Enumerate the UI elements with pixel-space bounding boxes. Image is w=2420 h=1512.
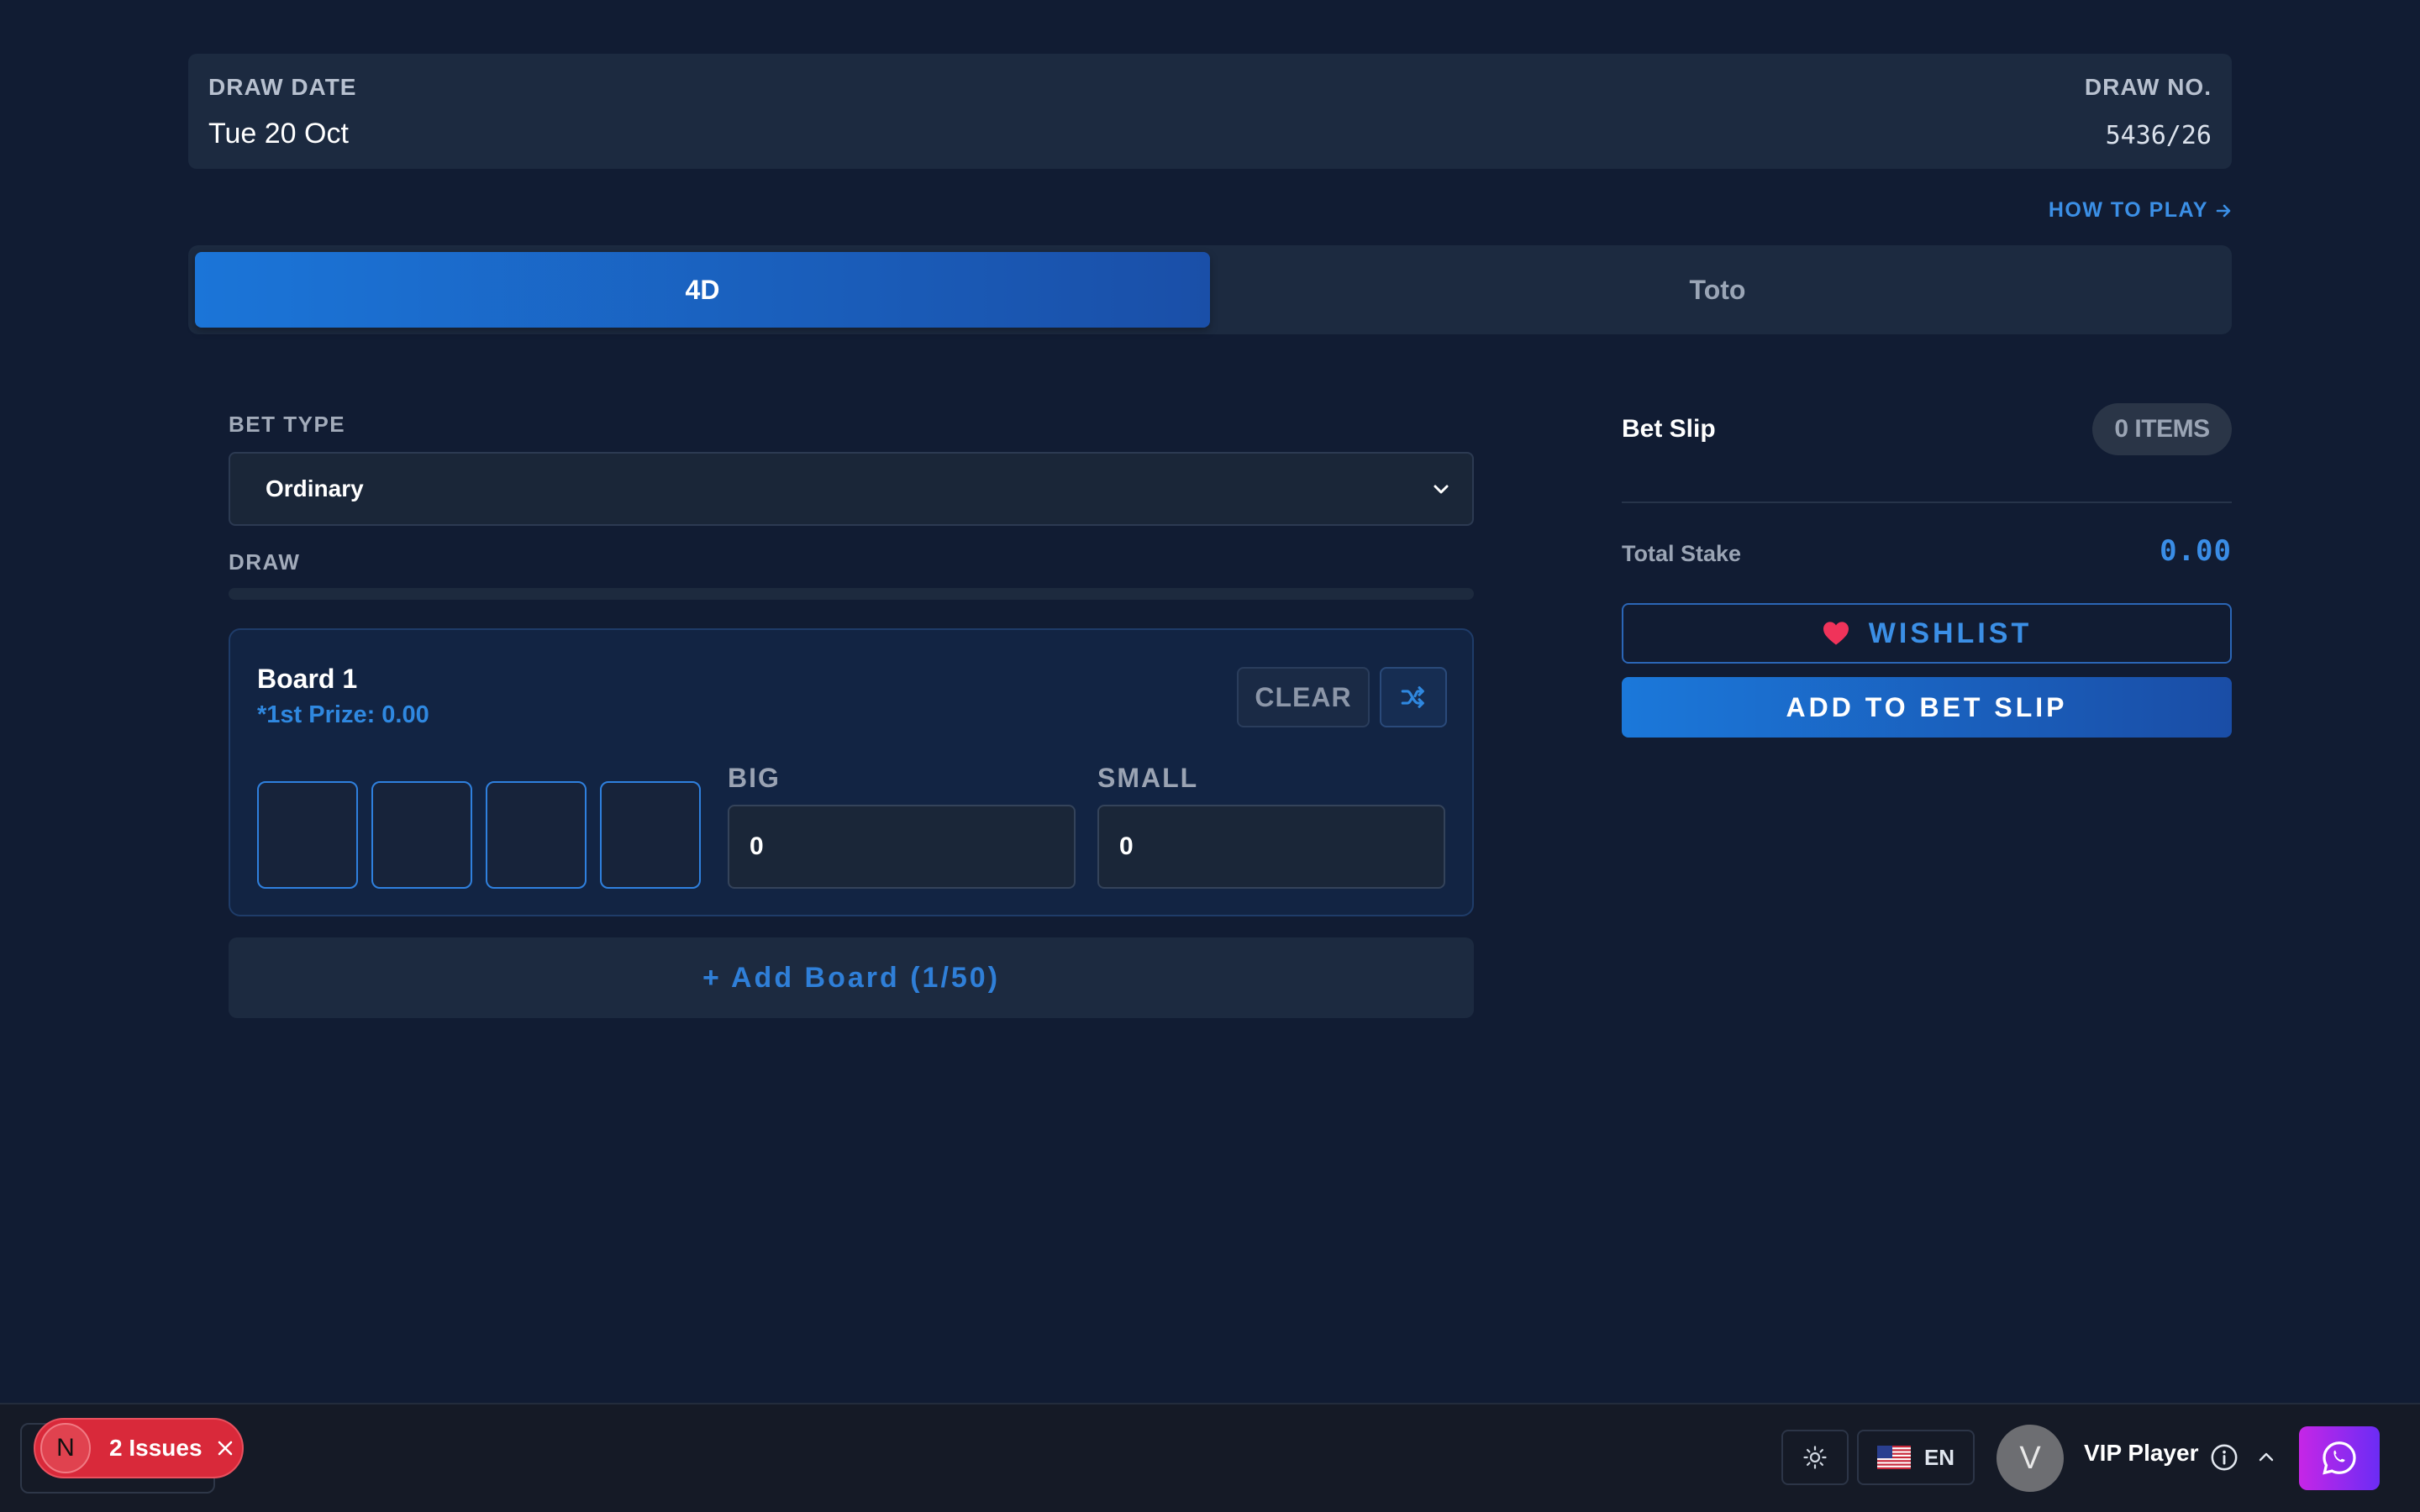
total-stake-value: 0.00 bbox=[2160, 534, 2232, 568]
bet-type-value: Ordinary bbox=[266, 475, 364, 501]
board-title: Board 1 bbox=[257, 664, 358, 694]
add-board-button[interactable]: + Add Board (1/50) bbox=[229, 937, 1474, 1018]
issues-toast[interactable]: N 2 Issues bbox=[34, 1418, 244, 1478]
issues-label: 2 Issues bbox=[109, 1435, 203, 1461]
wishlist-label: WISHLIST bbox=[1868, 617, 2033, 649]
page: DRAW DATE Tue 20 Oct DRAW NO. 5436/26 HO… bbox=[0, 0, 2420, 1512]
whatsapp-icon bbox=[2323, 1441, 2356, 1475]
shuffle-icon bbox=[1401, 686, 1424, 708]
small-stake-input[interactable]: 0 bbox=[1097, 805, 1445, 889]
nextjs-logo-badge: N bbox=[40, 1423, 91, 1473]
how-to-play-link[interactable]: HOW TO PLAY bbox=[2049, 198, 2232, 223]
wishlist-button[interactable]: WISHLIST bbox=[1622, 603, 2232, 664]
chevron-up-icon[interactable] bbox=[2255, 1448, 2277, 1467]
arrow-right-icon bbox=[2216, 204, 2231, 217]
draw-date-label: DRAW DATE bbox=[208, 74, 357, 100]
draw-selector[interactable] bbox=[229, 588, 1474, 600]
bet-slip-title: Bet Slip bbox=[1622, 415, 1716, 443]
game-tabs: 4D Toto bbox=[188, 245, 2232, 334]
player-name: VIP Player bbox=[2084, 1440, 2199, 1466]
items-count-badge: 0 ITEMS bbox=[2092, 403, 2232, 455]
info-icon[interactable] bbox=[2210, 1443, 2238, 1472]
board-card: Board 1 *1st Prize: 0.00 CLEAR BIG 0 SMA… bbox=[229, 628, 1474, 916]
draw-label: DRAW bbox=[229, 549, 301, 575]
digit-input-2[interactable] bbox=[371, 781, 472, 889]
sun-icon bbox=[1803, 1446, 1827, 1469]
heart-icon bbox=[1823, 622, 1849, 645]
draw-date-value: Tue 20 Oct bbox=[208, 118, 349, 150]
board-prize: *1st Prize: 0.00 bbox=[257, 701, 429, 728]
draw-info-card: DRAW DATE Tue 20 Oct DRAW NO. 5436/26 bbox=[188, 54, 2232, 169]
digit-input-1[interactable] bbox=[257, 781, 358, 889]
how-to-play-label: HOW TO PLAY bbox=[2048, 198, 2208, 222]
bet-type-label: BET TYPE bbox=[229, 412, 346, 437]
language-selector[interactable]: EN bbox=[1857, 1430, 1975, 1485]
shuffle-button[interactable] bbox=[1380, 667, 1447, 727]
avatar[interactable]: V bbox=[1996, 1425, 2064, 1492]
digit-input-3[interactable] bbox=[486, 781, 587, 889]
draw-number-value: 5436/26 bbox=[2105, 121, 2212, 150]
language-label: EN bbox=[1923, 1444, 1955, 1470]
close-icon[interactable] bbox=[216, 1439, 234, 1457]
tab-toto[interactable]: Toto bbox=[1210, 252, 2225, 328]
big-stake-input[interactable]: 0 bbox=[728, 805, 1076, 889]
bet-type-select[interactable]: Ordinary bbox=[229, 452, 1474, 526]
digit-input-4[interactable] bbox=[600, 781, 701, 889]
bet-slip-divider bbox=[1622, 501, 2232, 503]
us-flag-icon bbox=[1876, 1446, 1911, 1469]
small-label: SMALL bbox=[1097, 763, 1199, 793]
draw-number-label: DRAW NO. bbox=[2084, 74, 2212, 100]
chevron-down-icon bbox=[1434, 485, 1449, 494]
theme-toggle-button[interactable] bbox=[1781, 1430, 1849, 1485]
total-stake-label: Total Stake bbox=[1622, 541, 1742, 566]
whatsapp-chat-button[interactable] bbox=[2299, 1426, 2380, 1490]
big-label: BIG bbox=[728, 763, 781, 793]
tab-4d[interactable]: 4D bbox=[195, 252, 1210, 328]
add-to-bet-slip-button[interactable]: ADD TO BET SLIP bbox=[1622, 677, 2232, 738]
clear-button[interactable]: CLEAR bbox=[1237, 667, 1370, 727]
